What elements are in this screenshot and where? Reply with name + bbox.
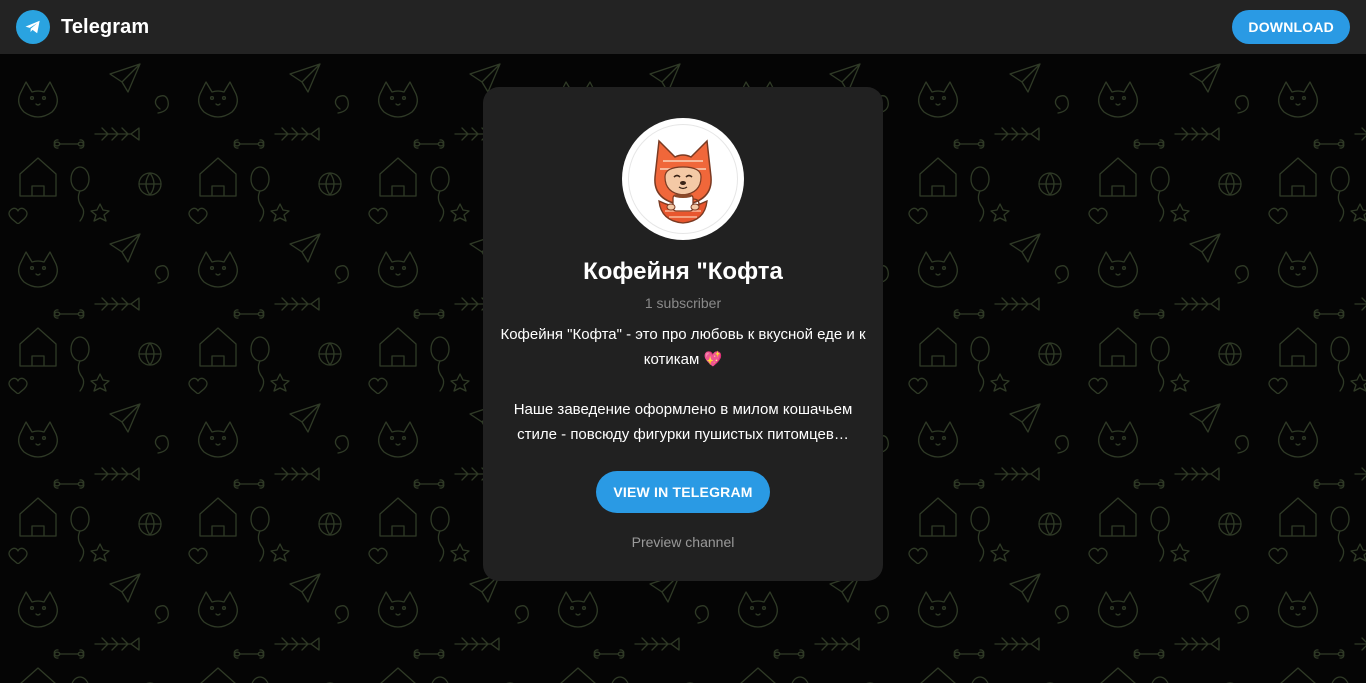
page: Telegram DOWNLOAD Кофейня "Кофта 1 subsc… (0, 0, 1366, 683)
telegram-paper-plane-icon (16, 10, 50, 44)
description-paragraph-1: Кофейня "Кофта" - это про любовь к вкусн… (500, 326, 866, 368)
preview-channel-link[interactable]: Preview channel (483, 533, 883, 551)
description-paragraph-2: Наше заведение оформлено в милом кошачье… (513, 401, 853, 443)
download-button[interactable]: DOWNLOAD (1232, 10, 1350, 44)
app-name: Telegram (61, 15, 150, 38)
channel-description: Кофейня "Кофта" - это про любовь к вкусн… (497, 322, 869, 447)
telegram-logo-link[interactable]: Telegram (16, 10, 149, 44)
top-header-bar: Telegram DOWNLOAD (0, 0, 1366, 54)
subscriber-count: 1 subscriber (644, 295, 722, 311)
view-in-telegram-button[interactable]: VIEW IN TELEGRAM (596, 471, 770, 513)
channel-avatar (622, 118, 744, 240)
channel-title: Кофейня "Кофта (583, 258, 783, 285)
channel-preview-card: Кофейня "Кофта 1 subscriber Кофейня "Коф… (483, 87, 883, 581)
cat-with-coffee-cup-icon (628, 124, 738, 234)
